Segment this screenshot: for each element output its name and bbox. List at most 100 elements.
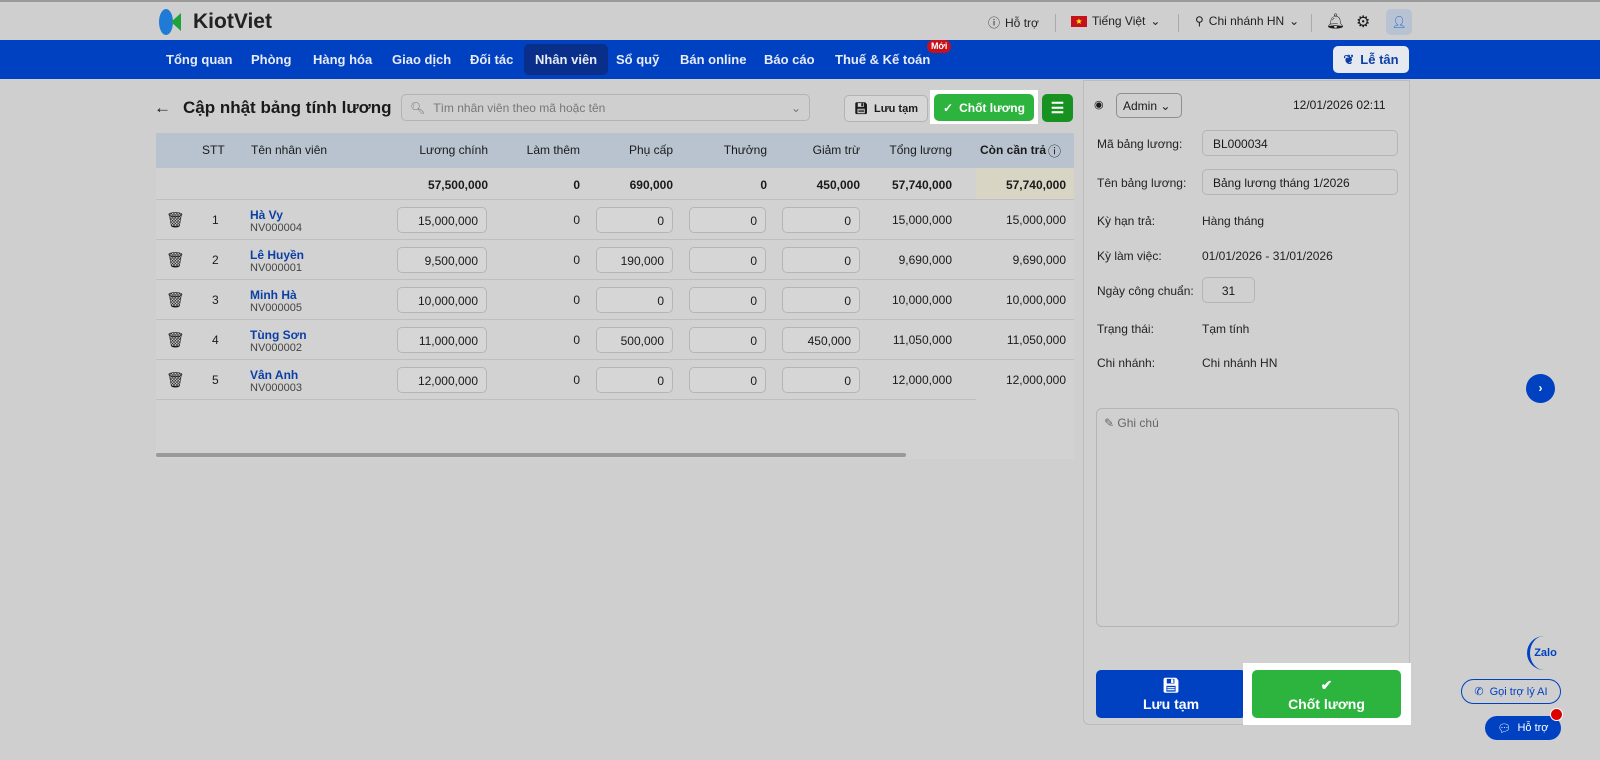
allowance-input[interactable]: 190,000 — [596, 247, 673, 273]
zalo-button[interactable]: Zalo — [1527, 636, 1561, 670]
panel-finalize-button[interactable]: ✔ Chốt lương — [1252, 670, 1401, 718]
bonus-input[interactable]: 0 — [689, 247, 766, 273]
nav-item-6[interactable]: Sổ quỹ — [605, 44, 670, 75]
trash-icon[interactable]: 🗑︎ — [166, 251, 185, 269]
row-number: 3 — [212, 293, 219, 307]
nav-item-7[interactable]: Bán online — [669, 44, 757, 75]
zalo-label: Zalo — [1534, 647, 1557, 659]
base-salary-input[interactable]: 12,000,000 — [397, 367, 487, 393]
total-cell: 57,740,000 — [891, 178, 952, 192]
term-label: Kỳ hạn trả: — [1097, 214, 1156, 228]
column-header: Lương chính — [419, 143, 488, 157]
allowance-input[interactable]: 0 — [596, 207, 673, 233]
nav-item-9[interactable]: Thuế & Kế toán Mới — [824, 40, 952, 75]
allowance-input[interactable]: 0 — [596, 287, 673, 313]
total-salary: 9,690,000 — [898, 253, 952, 267]
overtime-value: 0 — [573, 213, 580, 227]
nav-item-8[interactable]: Báo cáo — [753, 44, 826, 75]
expand-panel-button[interactable]: › — [1526, 374, 1555, 403]
divider — [1311, 14, 1312, 32]
ai-assistant-button[interactable]: ✆ Gọi trợ lý AI — [1461, 679, 1561, 704]
period-label: Kỳ làm việc: — [1097, 249, 1162, 263]
finalize-button[interactable]: ✓ Chốt lương — [934, 94, 1034, 121]
nav-item-2[interactable]: Hàng hóa — [302, 44, 383, 75]
bonus-input[interactable]: 0 — [689, 367, 766, 393]
base-salary-input[interactable]: 10,000,000 — [397, 287, 487, 313]
bell-icon[interactable]: 🔔︎ — [1326, 12, 1345, 30]
note-textarea[interactable]: ✎ Ghi chú — [1096, 408, 1399, 627]
support-link[interactable]: ⓘ Hỗ trợ — [988, 14, 1039, 31]
nav-item-3[interactable]: Giao dịch — [381, 44, 462, 75]
base-salary-input[interactable]: 15,000,000 — [397, 207, 487, 233]
support-chat-label: Hỗ trợ — [1517, 722, 1549, 734]
logo[interactable]: KiotViet — [157, 8, 272, 36]
base-salary-input[interactable]: 11,000,000 — [397, 327, 487, 353]
support-chat-button[interactable]: 💬︎ Hỗ trợ — [1485, 716, 1561, 740]
table-row: 🗑︎ 3 Minh Hà NV000005 10,000,000 0 0 0 0… — [156, 279, 1074, 319]
trash-icon[interactable]: 🗑︎ — [166, 211, 185, 229]
column-header: Làm thêm — [526, 143, 580, 157]
check-icon: ✔ — [1320, 676, 1333, 693]
total-cell: 0 — [760, 178, 767, 192]
divider — [1178, 14, 1179, 32]
user-select[interactable]: Admin ⌄ — [1116, 93, 1182, 118]
overtime-value: 0 — [573, 333, 580, 347]
row-number: 5 — [212, 373, 219, 387]
bonus-input[interactable]: 0 — [689, 287, 766, 313]
payroll-name-input[interactable]: Bảng lương tháng 1/2026 — [1202, 169, 1398, 195]
nav-label: Hàng hóa — [313, 52, 373, 67]
payroll-code-input[interactable]: BL000034 — [1202, 130, 1398, 156]
menu-button[interactable]: ☰ — [1042, 94, 1073, 122]
language-select[interactable]: ★ Tiếng Việt ⌄ — [1071, 14, 1160, 28]
reception-button[interactable]: ❦ Lễ tân — [1333, 46, 1409, 73]
base-salary-input[interactable]: 9,500,000 — [397, 247, 487, 273]
nav-label: Sổ quỹ — [616, 52, 660, 67]
row-number: 2 — [212, 253, 219, 267]
employee-search-input[interactable]: 🔍︎ Tìm nhân viên theo mã hoặc tên ⌄ — [401, 94, 810, 121]
status-label: Trạng thái: — [1097, 322, 1154, 336]
avatar[interactable]: 👤︎ — [1386, 9, 1412, 35]
nav-item-4[interactable]: Đối tác — [459, 44, 524, 75]
total-cell: 450,000 — [816, 178, 860, 192]
horizontal-scrollbar[interactable] — [156, 453, 906, 457]
divider — [1055, 14, 1056, 32]
info-icon[interactable]: ⓘ — [1048, 141, 1061, 160]
trash-icon[interactable]: 🗑︎ — [166, 331, 185, 349]
overtime-value: 0 — [573, 293, 580, 307]
employee-name-link[interactable]: Tùng Sơn — [250, 328, 307, 342]
branch-select[interactable]: ⚲ Chi nhánh HN ⌄ — [1195, 14, 1299, 28]
deduction-input[interactable]: 0 — [782, 207, 860, 233]
total-cell: 690,000 — [629, 178, 673, 192]
deduction-input[interactable]: 0 — [782, 247, 860, 273]
nav-item-0[interactable]: Tổng quan — [155, 44, 243, 75]
gear-icon[interactable]: ⚙ — [1356, 12, 1370, 32]
nav-item-5[interactable]: Nhân viên — [524, 44, 609, 75]
nav-item-1[interactable]: Phòng — [240, 44, 302, 75]
allowance-input[interactable]: 0 — [596, 367, 673, 393]
employee-name-link[interactable]: Hà Vy — [250, 208, 283, 222]
trash-icon[interactable]: 🗑︎ — [166, 371, 185, 389]
deduction-input[interactable]: 450,000 — [782, 327, 860, 353]
chevron-down-icon: ⌄ — [1150, 14, 1161, 28]
deduction-input[interactable]: 0 — [782, 367, 860, 393]
kiotviet-logo-icon — [159, 9, 181, 35]
datetime: 12/01/2026 02:11 — [1293, 98, 1386, 112]
reception-label: Lễ tân — [1360, 52, 1399, 67]
trash-icon[interactable]: 🗑︎ — [166, 291, 185, 309]
employee-code: NV000004 — [250, 222, 302, 234]
amount-due: 15,000,000 — [1005, 213, 1066, 227]
deduction-input[interactable]: 0 — [782, 287, 860, 313]
bonus-input[interactable]: 0 — [689, 327, 766, 353]
location-pin-icon: ⚲ — [1195, 14, 1204, 28]
allowance-input[interactable]: 500,000 — [596, 327, 673, 353]
employee-name-link[interactable]: Vân Anh — [250, 368, 298, 382]
employee-name-link[interactable]: Minh Hà — [250, 288, 297, 302]
standard-days-input[interactable]: 31 — [1202, 277, 1255, 303]
save-draft-button[interactable]: 💾︎ Lưu tạm — [844, 95, 928, 122]
floppy-icon: 💾︎ — [1162, 676, 1180, 693]
panel-save-draft-button[interactable]: 💾︎ Lưu tạm — [1096, 670, 1246, 718]
column-header: Tổng lương — [889, 143, 952, 157]
employee-name-link[interactable]: Lê Huyền — [250, 248, 304, 262]
back-arrow-icon[interactable]: ← — [154, 98, 171, 118]
bonus-input[interactable]: 0 — [689, 207, 766, 233]
